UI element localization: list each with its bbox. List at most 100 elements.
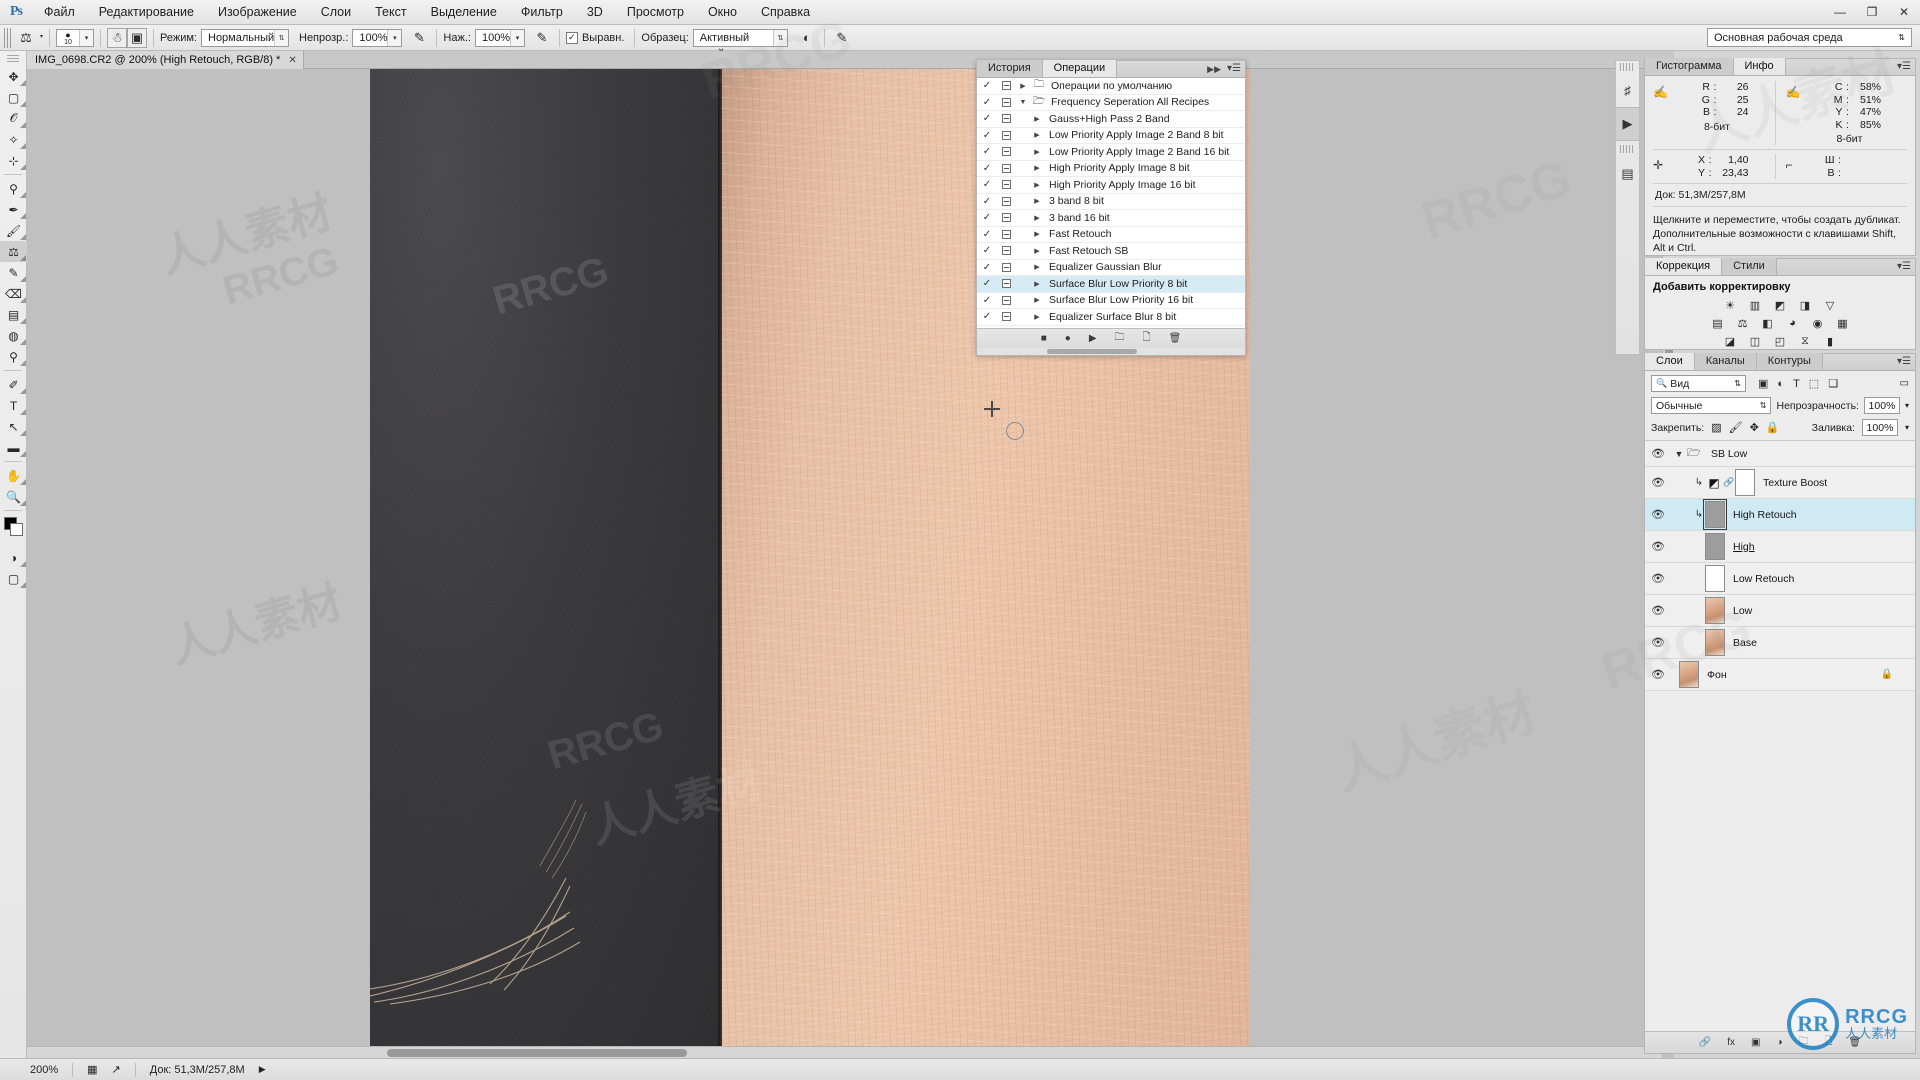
color-lookup-icon[interactable]: ▦ — [1835, 316, 1851, 330]
action-toggle-check[interactable]: ✓ — [977, 245, 997, 256]
action-dialog-toggle[interactable] — [997, 114, 1015, 123]
chevron-right-icon[interactable]: ▶ — [1015, 230, 1045, 238]
zoom-tool[interactable]: 🔍 — [0, 486, 27, 507]
action-row[interactable]: ✓ ▶ 🗀 Операции по умолчанию — [977, 78, 1245, 95]
chevron-right-icon[interactable]: ▶ — [1015, 148, 1045, 156]
lock-pixels-icon[interactable]: 🖌 — [1729, 421, 1743, 434]
lock-transparency-icon[interactable]: ▨ — [1711, 421, 1721, 434]
quick-mask-toggle[interactable]: ◑ — [0, 547, 27, 568]
layer-thumbnail[interactable] — [1705, 629, 1725, 656]
record-icon[interactable]: ● — [1065, 333, 1071, 344]
layer-visibility-icon[interactable]: 👁 — [1645, 572, 1671, 585]
close-button[interactable]: ✕ — [1888, 0, 1920, 25]
layer-filter-select[interactable]: 🔍 Вид ⇅ — [1651, 375, 1746, 392]
posterize-icon[interactable]: ◫ — [1747, 334, 1763, 348]
action-toggle-check[interactable]: ✓ — [977, 80, 997, 91]
filter-toggle-switch[interactable]: ▭ — [1900, 378, 1909, 389]
action-dialog-toggle[interactable] — [997, 279, 1015, 288]
hand-tool[interactable]: ✋ — [0, 465, 27, 486]
eraser-tool[interactable]: ⌫ — [0, 283, 27, 304]
layer-row[interactable]: 👁 Фон 🔒 — [1645, 659, 1915, 691]
menu-select[interactable]: Выделение — [419, 0, 509, 25]
chevron-down-icon[interactable]: ▾ — [387, 30, 401, 46]
menu-layers[interactable]: Слои — [309, 0, 363, 25]
layer-list[interactable]: 👁 ▼ 🗁 SB Low 👁 ↳ ◩ 🔗 Texture Boost 👁 ↳ — [1645, 441, 1915, 691]
canvas-area[interactable]: 人人素材 RRCG 人人素材 RRCG RRCG 人人素材 — [27, 69, 1674, 1058]
panel-menu-icon[interactable]: ▾☰ — [1897, 61, 1911, 72]
menu-3d[interactable]: 3D — [575, 0, 615, 25]
brightness-contrast-icon[interactable]: ☀ — [1722, 298, 1738, 312]
menu-file[interactable]: Файл — [32, 0, 87, 25]
action-row[interactable]: ✓ ▶ Surface Blur Low Priority 16 bit — [977, 293, 1245, 310]
chevron-down-icon[interactable]: ▼ — [1015, 99, 1031, 106]
canvas-horizontal-scrollbar[interactable] — [27, 1046, 1662, 1058]
aligned-checkbox[interactable]: ✓ — [566, 32, 578, 44]
blend-mode-select[interactable]: Нормальный ⇅ — [201, 29, 289, 47]
move-tool[interactable]: ✥ — [0, 66, 27, 87]
action-dialog-toggle[interactable] — [997, 197, 1015, 206]
tab-adjustments[interactable]: Коррекция — [1645, 258, 1722, 275]
tab-info[interactable]: Инфо — [1734, 58, 1786, 75]
type-tool[interactable]: T — [0, 395, 27, 416]
action-toggle-check[interactable]: ✓ — [977, 311, 997, 322]
tab-layers[interactable]: Слои — [1645, 353, 1695, 370]
opacity-input[interactable]: 100% ▾ — [352, 29, 402, 47]
document-tab[interactable]: IMG_0698.CR2 @ 200% (High Retouch, RGB/8… — [27, 51, 304, 69]
clone-stamp-tool[interactable]: ⚖ — [0, 241, 27, 262]
ignore-adjustment-layers-icon[interactable]: ◐ — [796, 28, 818, 48]
tab-actions[interactable]: Операции — [1043, 60, 1117, 77]
pressure-opacity-icon[interactable]: ✎ — [408, 28, 430, 48]
panel-menu-icon[interactable]: ▾☰ — [1897, 356, 1911, 367]
action-row[interactable]: ✓ ▶ Low Priority Apply Image 2 Band 8 bi… — [977, 128, 1245, 145]
chevron-right-icon[interactable]: ▶ — [1015, 214, 1045, 222]
shape-tool[interactable]: ▬ — [0, 437, 27, 458]
vibrance-icon[interactable]: ▽ — [1822, 298, 1838, 312]
action-toggle-check[interactable]: ✓ — [977, 212, 997, 223]
layer-thumbnail[interactable] — [1705, 565, 1725, 592]
clone-source-panel-icon[interactable]: ▣ — [127, 28, 147, 48]
menu-help[interactable]: Справка — [749, 0, 822, 25]
layer-mask-icon[interactable]: ▣ — [1751, 1037, 1760, 1048]
layer-style-icon[interactable]: fx — [1727, 1037, 1735, 1048]
action-toggle-check[interactable]: ✓ — [977, 295, 997, 306]
black-white-icon[interactable]: ◧ — [1760, 316, 1776, 330]
history-brush-dock-icon[interactable]: ♯ — [1616, 73, 1639, 107]
action-row[interactable]: ✓ ▶ High Priority Apply Image 16 bit — [977, 177, 1245, 194]
layer-visibility-icon[interactable]: 👁 — [1645, 508, 1671, 521]
chevron-right-icon[interactable]: ▶ — [1015, 247, 1045, 255]
crop-tool[interactable]: ⊹ — [0, 150, 27, 171]
chevron-right-icon[interactable]: ▶ — [1015, 296, 1045, 304]
delete-icon[interactable]: 🗑 — [1169, 333, 1182, 344]
curves-icon[interactable]: ◩ — [1772, 298, 1788, 312]
toolbox-grip[interactable] — [7, 55, 19, 63]
menu-window[interactable]: Окно — [696, 0, 749, 25]
layer-visibility-icon[interactable]: 👁 — [1645, 476, 1671, 489]
pen-tool[interactable]: ✐ — [0, 374, 27, 395]
action-dialog-toggle[interactable] — [997, 213, 1015, 222]
layer-thumbnail[interactable] — [1705, 533, 1725, 560]
gradient-map-icon[interactable]: ▮ — [1822, 334, 1838, 348]
levels-icon[interactable]: ▥ — [1747, 298, 1763, 312]
layer-row[interactable]: 👁 High — [1645, 531, 1915, 563]
chevron-right-icon[interactable]: ▶ — [1015, 280, 1045, 288]
action-row[interactable]: ✓ ▶ Fast Retouch — [977, 227, 1245, 244]
brush-tool[interactable]: 🖌 — [0, 220, 27, 241]
action-toggle-check[interactable]: ✓ — [977, 196, 997, 207]
action-toggle-check[interactable]: ✓ — [977, 278, 997, 289]
action-row[interactable]: ✓ ▼ 🗁 Frequency Seperation All Recipes — [977, 95, 1245, 112]
action-dialog-toggle[interactable] — [997, 246, 1015, 255]
chevron-updown-icon[interactable]: ⇅ — [274, 30, 288, 46]
action-row[interactable]: ✓ ▶ 3 band 16 bit — [977, 210, 1245, 227]
status-expand-arrow-icon[interactable]: ▶ — [259, 1064, 266, 1075]
panel-menu-icon[interactable]: ▾☰ — [1897, 261, 1911, 272]
photo-filter-icon[interactable]: ◕ — [1785, 316, 1801, 330]
marquee-tool[interactable]: ▢ — [0, 87, 27, 108]
layer-row[interactable]: 👁 ▼ 🗁 SB Low — [1645, 441, 1915, 467]
chevron-right-icon[interactable]: ▶ — [1015, 115, 1045, 123]
action-toggle-check[interactable]: ✓ — [977, 130, 997, 141]
stop-icon[interactable]: ■ — [1041, 333, 1047, 344]
new-fill-adjustment-icon[interactable]: ◑ — [1776, 1037, 1782, 1048]
background-color-swatch[interactable] — [10, 523, 23, 536]
options-bar-grip[interactable] — [4, 28, 11, 48]
action-toggle-check[interactable]: ✓ — [977, 179, 997, 190]
